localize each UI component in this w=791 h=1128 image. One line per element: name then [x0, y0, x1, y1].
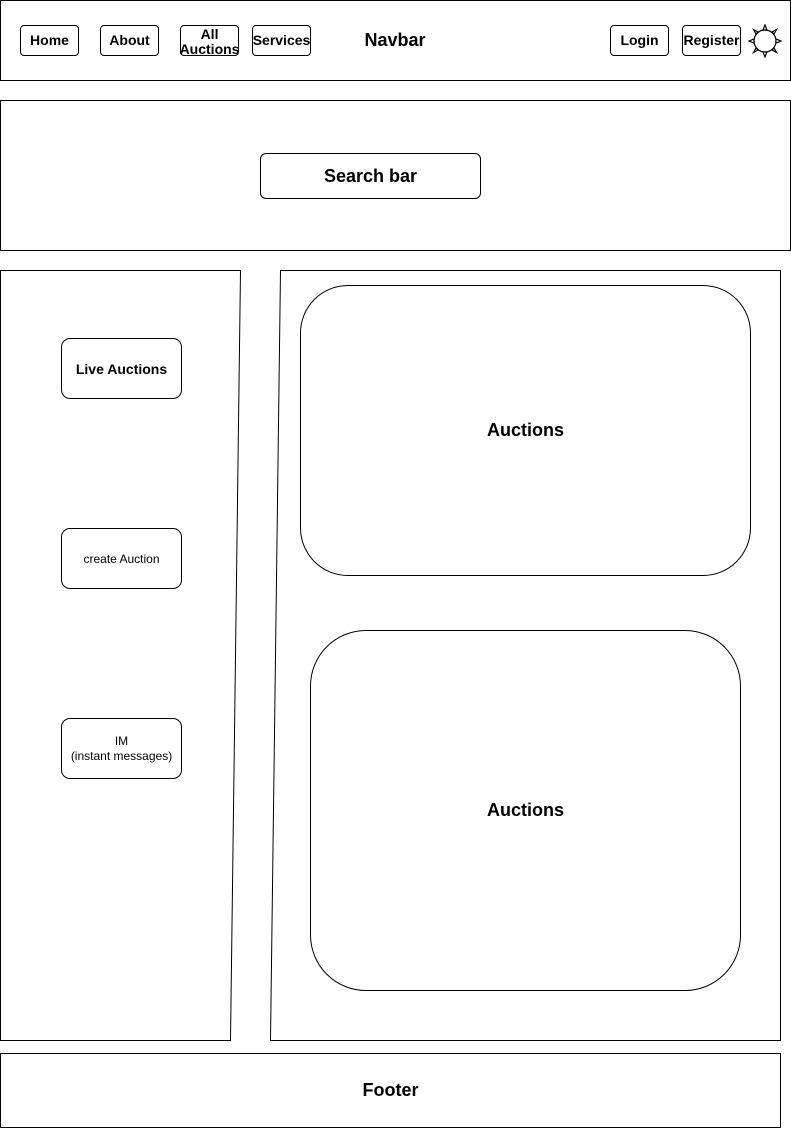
auctions-card[interactable]: Auctions [300, 285, 751, 576]
sidebar-item-create-auction[interactable]: create Auction [61, 528, 182, 589]
sidebar-item-live-auctions[interactable]: Live Auctions [61, 338, 182, 399]
sidebar-item-instant-messages[interactable]: IM (instant messages) [61, 718, 182, 779]
auctions-card[interactable]: Auctions [310, 630, 741, 991]
footer: Footer [0, 1053, 781, 1128]
